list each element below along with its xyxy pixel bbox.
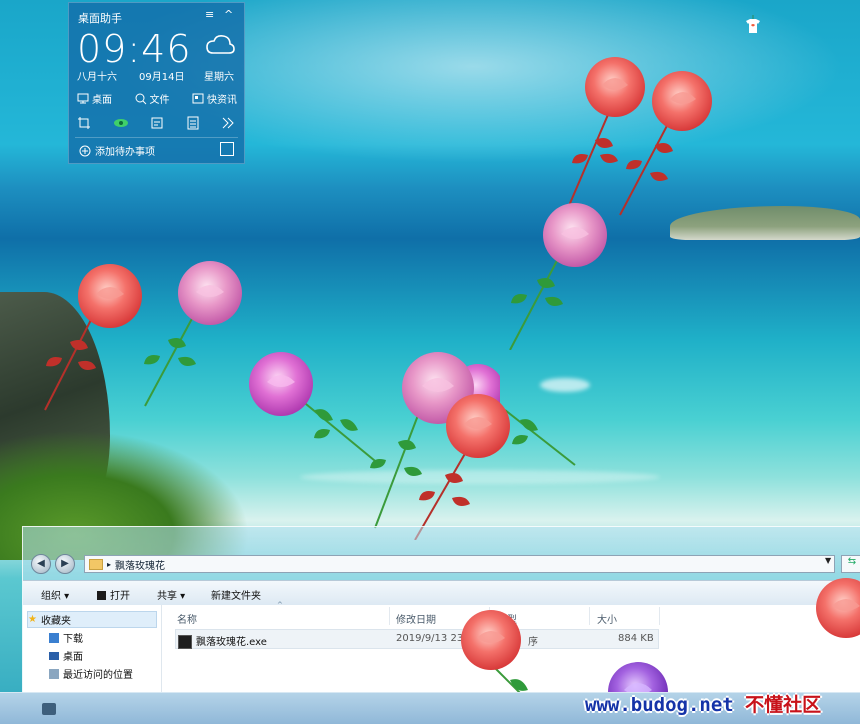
refresh-icon[interactable]: ⇆	[841, 555, 860, 573]
sidebar-item-label: 桌面	[63, 652, 83, 663]
open-app-icon	[97, 591, 106, 600]
sort-arrow-icon: ^	[277, 601, 283, 609]
download-folder-icon	[49, 632, 59, 643]
rose-pink	[505, 200, 615, 350]
chevron-down-icon[interactable]: ▼	[825, 556, 831, 565]
rose-red	[400, 390, 580, 540]
sidebar-item-label: 最近访问的位置	[63, 670, 133, 681]
folder-icon	[89, 558, 103, 570]
file-name: 飘落玫瑰花.exe	[196, 637, 267, 648]
cloud-weather-icon[interactable]	[205, 33, 235, 57]
qr-code-icon[interactable]	[220, 142, 234, 156]
widget-divider	[75, 137, 238, 138]
lunar-date: 八月十六	[77, 72, 117, 83]
address-bar[interactable]: ▸ 飘落玫瑰花	[84, 555, 835, 573]
file-name-cell: 飘落玫瑰花.exe	[178, 633, 267, 649]
desktop-folder-icon	[49, 651, 59, 660]
widget-title: 桌面助手	[78, 12, 122, 25]
column-header-name[interactable]: 名称	[177, 611, 197, 626]
plus-circle-icon	[79, 145, 91, 156]
rose-red	[40, 262, 150, 412]
organize-label: 组织	[41, 591, 61, 602]
add-todo-label: 添加待办事项	[95, 147, 155, 158]
sidebar-item-desktop[interactable]: 桌面	[49, 648, 83, 663]
desktop-assistant-widget: 桌面助手 ≡ ^ 09:46 八月十六 09月14日 星期六 桌面 文件 快资讯…	[68, 2, 245, 164]
file-modified: 2019/9/13 23	[396, 633, 464, 644]
recent-places-icon	[49, 668, 59, 679]
clock-time: 09:46	[77, 27, 192, 71]
tshirt-icon[interactable]	[743, 15, 763, 35]
open-label: 打开	[110, 591, 130, 602]
eye-icon[interactable]	[113, 116, 129, 134]
weekday: 星期六	[204, 72, 234, 83]
column-divider[interactable]	[659, 607, 660, 625]
open-button[interactable]: 打开	[97, 587, 130, 602]
file-search-label: 文件	[149, 95, 170, 106]
news-link[interactable]: 快资讯	[192, 91, 237, 106]
site-watermark: www.budog.net 不懂社区	[585, 690, 821, 717]
rose-pink	[140, 258, 250, 408]
file-row[interactable]: 飘落玫瑰花.exe 2019/9/13 23 序 884 KB	[175, 629, 659, 649]
address-path: 飘落玫瑰花	[115, 560, 166, 572]
desktop-link-label: 桌面	[92, 95, 112, 106]
news-icon	[192, 93, 204, 104]
taskbar-app-icon[interactable]	[42, 703, 56, 715]
watermark-url: www.budog.net	[585, 694, 734, 716]
column-divider[interactable]	[589, 607, 590, 625]
search-icon	[135, 93, 146, 104]
menu-icon[interactable]: ≡	[205, 8, 214, 21]
command-toolbar: 组织 ▾ 打开 共享 ▾ 新建文件夹	[23, 580, 860, 606]
organize-menu[interactable]: 组织 ▾	[41, 587, 69, 602]
file-search-link[interactable]: 文件	[135, 91, 170, 106]
rose-red	[610, 65, 720, 230]
edit-icon[interactable]	[150, 116, 164, 134]
new-folder-button[interactable]: 新建文件夹	[211, 587, 261, 602]
watermark-cn: 不懂社区	[745, 694, 822, 716]
back-button[interactable]: ◀	[31, 554, 51, 574]
column-header-size[interactable]: 大小	[597, 611, 617, 626]
desktop-link[interactable]: 桌面	[77, 91, 112, 106]
column-header-modified[interactable]: 修改日期	[396, 611, 436, 626]
share-label: 共享	[157, 591, 177, 602]
crop-icon[interactable]	[77, 116, 91, 134]
rose-red	[812, 576, 860, 646]
file-size: 884 KB	[618, 633, 654, 644]
sidebar-item-favorites[interactable]: ★ 收藏夹	[27, 611, 157, 628]
more-icon[interactable]	[221, 116, 235, 134]
sidebar-item-label: 收藏夹	[40, 616, 71, 627]
sidebar-item-downloads[interactable]: 下载	[49, 630, 83, 645]
monitor-icon	[77, 93, 89, 104]
explorer-window: ◀ ▶ ▸ 飘落玫瑰花 ▼ ⇆ 组织 ▾ 打开 共享 ▾ 新建文件夹 ★ 收藏夹…	[22, 526, 860, 707]
add-todo-button[interactable]: 添加待办事项	[79, 143, 155, 158]
exe-app-icon	[178, 635, 192, 649]
share-menu[interactable]: 共享 ▾	[157, 587, 185, 602]
calendar-date: 09月14日	[139, 72, 185, 83]
sidebar-item-recent-places[interactable]: 最近访问的位置	[49, 666, 133, 681]
sidebar-item-label: 下载	[63, 634, 83, 645]
star-icon: ★	[28, 614, 37, 625]
navigation-bar: ◀ ▶ ▸ 飘落玫瑰花 ▼ ⇆	[29, 553, 860, 575]
chevron-right-icon: ▸	[107, 559, 112, 569]
forward-button[interactable]: ▶	[55, 554, 75, 574]
news-link-label: 快资讯	[207, 95, 237, 106]
collapse-icon[interactable]: ^	[224, 8, 233, 21]
calculator-icon[interactable]	[186, 116, 200, 134]
column-divider[interactable]	[389, 607, 390, 625]
